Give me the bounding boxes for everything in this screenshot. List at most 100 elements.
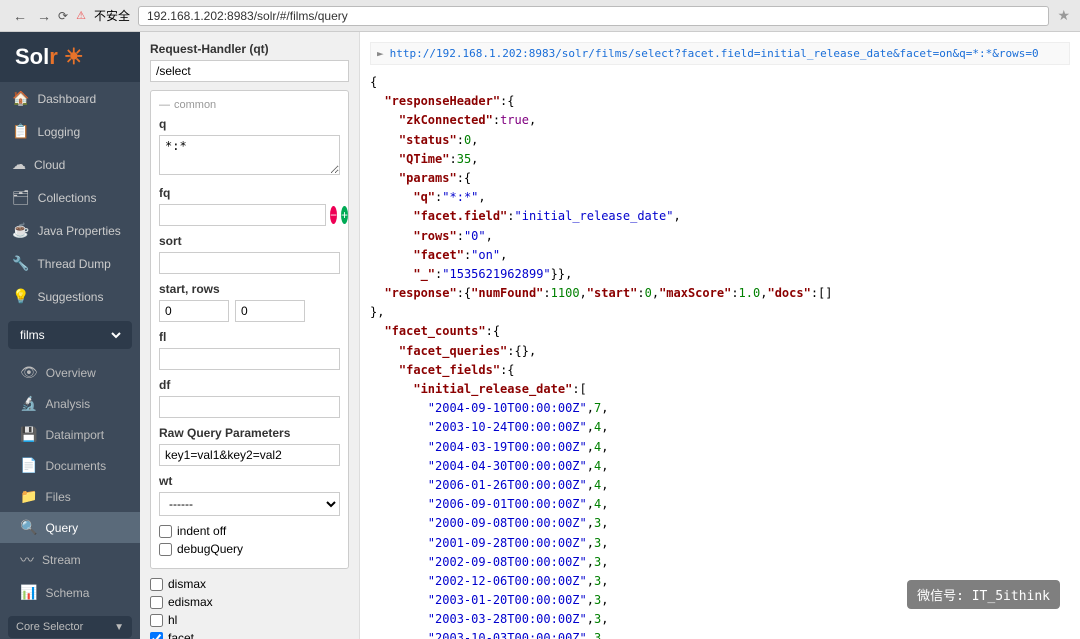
result-url-link[interactable]: http://192.168.1.202:8983/solr/films/sel… [390, 47, 1039, 60]
request-handler-input[interactable] [150, 60, 349, 82]
sidebar-item-label: Cloud [34, 158, 65, 172]
sidebar-item-thread-dump[interactable]: 🔧 Thread Dump [0, 247, 140, 280]
start-input[interactable] [159, 300, 229, 322]
json-content: { "responseHeader":{ "zkConnected":true,… [370, 73, 1070, 639]
raw-params-input[interactable] [159, 444, 340, 466]
sidebar-item-stream[interactable]: 〰 Stream [0, 543, 140, 577]
hl-label: hl [168, 613, 177, 627]
sidebar-item-cloud[interactable]: ☁ Cloud [0, 148, 140, 181]
hl-checkbox[interactable] [150, 614, 163, 627]
sidebar-sub-label: Query [45, 521, 78, 535]
sidebar-sub-label: Schema [45, 586, 89, 600]
json-line: "facet.field":"initial_release_date", [370, 207, 1070, 226]
core-selector-bottom: Core Selector ▼ [0, 608, 140, 639]
core-selector-label: Core Selector [16, 621, 83, 633]
sort-label: sort [159, 234, 340, 248]
security-icon: ⚠ [76, 9, 86, 22]
json-line: "QTime":35, [370, 150, 1070, 169]
json-line: "2004-03-19T00:00:00Z",4, [370, 438, 1070, 457]
dashboard-icon: 🏠 [12, 90, 29, 107]
facet-checkbox[interactable] [150, 632, 163, 639]
json-line: "initial_release_date":[ [370, 380, 1070, 399]
sidebar-sub-label: Files [45, 490, 70, 504]
indent-off-checkbox[interactable] [159, 525, 172, 538]
stream-icon: 〰 [20, 550, 34, 570]
url-arrow-icon: ► [377, 47, 384, 60]
start-rows-inputs [159, 300, 340, 322]
edismax-checkbox[interactable] [150, 596, 163, 609]
facet-label: facet [168, 631, 194, 639]
debug-query-label: debugQuery [177, 542, 243, 556]
json-line: "2006-09-01T00:00:00Z",4, [370, 495, 1070, 514]
json-line: "2003-10-03T00:00:00Z",3, [370, 629, 1070, 639]
edismax-row: edismax [150, 595, 349, 609]
fq-input[interactable] [159, 204, 326, 226]
json-line: "facet":"on", [370, 246, 1070, 265]
dismax-checkbox[interactable] [150, 578, 163, 591]
sidebar-item-overview[interactable]: 👁 Overview [0, 357, 140, 388]
df-label: df [159, 378, 340, 392]
core-select[interactable]: films films [16, 327, 124, 343]
json-line: }, [370, 303, 1070, 322]
analysis-icon: 🔬 [20, 395, 37, 412]
sidebar-item-dashboard[interactable]: 🏠 Dashboard [0, 82, 140, 115]
java-icon: ☕ [12, 222, 29, 239]
logo-area: Solr ☀ [0, 32, 140, 82]
sidebar: Solr ☀ 🏠 Dashboard 📋 Logging ☁ Cloud 🗂 C… [0, 32, 140, 639]
q-label: q [159, 117, 340, 131]
json-line: "q":"*:*", [370, 188, 1070, 207]
start-rows-section: start, rows [159, 282, 340, 322]
main-layout: Solr ☀ 🏠 Dashboard 📋 Logging ☁ Cloud 🗂 C… [0, 32, 1080, 639]
debug-query-checkbox[interactable] [159, 543, 172, 556]
common-header: common [159, 99, 340, 111]
bookmark-button[interactable]: ★ [1057, 7, 1070, 24]
sidebar-sub-label: Dataimport [45, 428, 104, 442]
result-url-bar: ► http://192.168.1.202:8983/solr/films/s… [370, 42, 1070, 65]
sidebar-item-schema[interactable]: 📊 Schema [0, 577, 140, 608]
sidebar-item-label: Suggestions [37, 290, 103, 304]
sidebar-item-logging[interactable]: 📋 Logging [0, 115, 140, 148]
url-bar[interactable] [138, 6, 1049, 26]
logging-icon: 📋 [12, 123, 29, 140]
json-line: "params":{ [370, 169, 1070, 188]
json-line: "2006-01-26T00:00:00Z",4, [370, 476, 1070, 495]
documents-icon: 📄 [20, 457, 37, 474]
collections-icon: 🗂 [12, 189, 30, 206]
sort-input[interactable] [159, 252, 340, 274]
json-line: "zkConnected":true, [370, 111, 1070, 130]
sidebar-item-documents[interactable]: 📄 Documents [0, 450, 140, 481]
back-button[interactable]: ← [10, 8, 30, 24]
sidebar-item-query[interactable]: 🔍 Query [0, 512, 140, 543]
core-selector[interactable]: films films [8, 321, 132, 349]
sidebar-item-suggestions[interactable]: 💡 Suggestions [0, 280, 140, 313]
watermark-text: 微信号: IT_5ithink [917, 589, 1050, 604]
wt-label: wt [159, 474, 340, 488]
fq-row: − + [159, 204, 340, 226]
json-line: "2002-09-08T00:00:00Z",3, [370, 553, 1070, 572]
fq-add-button[interactable]: + [341, 206, 348, 224]
sidebar-item-dataimport[interactable]: 💾 Dataimport [0, 419, 140, 450]
fq-remove-button[interactable]: − [330, 206, 337, 224]
cloud-icon: ☁ [12, 156, 26, 173]
sidebar-item-files[interactable]: 📁 Files [0, 481, 140, 512]
result-panel: ► http://192.168.1.202:8983/solr/films/s… [360, 32, 1080, 639]
sidebar-item-collections[interactable]: 🗂 Collections [0, 181, 140, 214]
rows-input[interactable] [235, 300, 305, 322]
df-input[interactable] [159, 396, 340, 418]
sidebar-item-label: Collections [38, 191, 97, 205]
wt-select[interactable]: ------jsonxmlcsvjavabin [159, 492, 340, 516]
sidebar-item-analysis[interactable]: 🔬 Analysis [0, 388, 140, 419]
watermark: 微信号: IT_5ithink [907, 580, 1060, 609]
dataimport-icon: 💾 [20, 426, 37, 443]
sidebar-sub-label: Overview [46, 366, 96, 380]
sidebar-sub-label: Documents [45, 459, 106, 473]
suggestions-icon: 💡 [12, 288, 29, 305]
forward-button[interactable]: → [34, 8, 54, 24]
fl-input[interactable] [159, 348, 340, 370]
sidebar-item-java-properties[interactable]: ☕ Java Properties [0, 214, 140, 247]
start-rows-label: start, rows [159, 282, 340, 296]
refresh-button[interactable]: ⟳ [58, 8, 68, 24]
edismax-label: edismax [168, 595, 213, 609]
json-line: "response":{"numFound":1100,"start":0,"m… [370, 284, 1070, 303]
q-input[interactable]: *:* [159, 135, 340, 175]
